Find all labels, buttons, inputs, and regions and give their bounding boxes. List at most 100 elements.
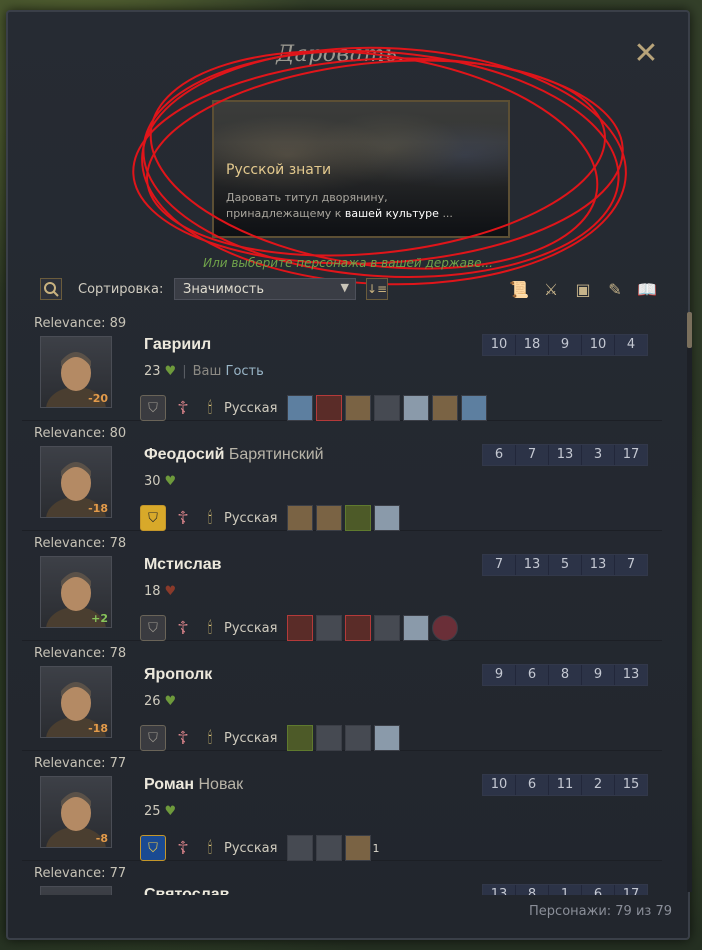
- character-attributes: ⛉ ☦ 🕯 Русская: [140, 504, 403, 532]
- culture-candle-icon[interactable]: 🕯: [200, 835, 220, 861]
- trait-icon[interactable]: [374, 725, 401, 751]
- health-heart-icon: ♥: [164, 804, 177, 819]
- age-value: 26: [144, 694, 161, 709]
- health-heart-icon: ♥: [164, 474, 177, 489]
- skill-value: 17: [615, 445, 647, 465]
- relation-label: Гость: [225, 364, 264, 379]
- culture-candle-icon[interactable]: 🕯: [200, 395, 220, 421]
- skill-values: 7 13 5 13 7: [482, 554, 648, 576]
- coat-of-arms-icon[interactable]: ⛉: [140, 395, 166, 421]
- trait-icon[interactable]: [432, 615, 459, 641]
- close-icon[interactable]: ✕: [632, 39, 660, 69]
- character-portrait[interactable]: +2: [40, 556, 112, 628]
- trait-icon[interactable]: [287, 395, 314, 421]
- character-row[interactable]: Relevance: 77 Святослав 13 8 1 6 17: [22, 860, 662, 895]
- character-portrait[interactable]: -18: [40, 666, 112, 738]
- character-name[interactable]: Святослав: [144, 886, 230, 895]
- coat-of-arms-icon[interactable]: ⛉: [140, 615, 166, 641]
- coat-of-arms-icon[interactable]: ⛉: [140, 505, 166, 531]
- quill-filter-icon[interactable]: ✎: [602, 276, 628, 302]
- trait-icon[interactable]: [345, 395, 372, 421]
- russian-nobility-option[interactable]: Русской знати Даровать титул дворянину, …: [212, 100, 510, 238]
- sort-label: Сортировка:: [78, 282, 164, 297]
- trait-icon[interactable]: [287, 615, 314, 641]
- sort-toolbar: Сортировка: Значимость ▼ ↓≡ 📜 ⚔ ▣ ✎ 📖: [40, 278, 660, 302]
- trait-icon[interactable]: [316, 505, 343, 531]
- age-value: 30: [144, 474, 161, 489]
- choose-character-hint: Или выберите персонажа в вашей державе..…: [203, 256, 493, 270]
- faith-cross-icon[interactable]: ☦: [170, 835, 196, 861]
- skill-value: 10: [483, 775, 516, 795]
- trait-icon[interactable]: [287, 835, 314, 861]
- trait-icon[interactable]: [403, 615, 430, 641]
- culture-name: Русская: [224, 840, 278, 856]
- relevance-score: Relevance: 78: [34, 536, 127, 551]
- faith-cross-icon[interactable]: ☦: [170, 615, 196, 641]
- coat-of-arms-icon[interactable]: ⛉: [140, 835, 166, 861]
- relevance-score: Relevance: 89: [34, 316, 127, 331]
- character-name[interactable]: Ярополк: [144, 666, 212, 684]
- list-scrollbar[interactable]: [687, 312, 692, 892]
- skill-value: 13: [483, 885, 516, 895]
- trait-icon[interactable]: [345, 835, 372, 861]
- character-name[interactable]: Феодосий Барятинский: [144, 446, 324, 464]
- faith-cross-icon[interactable]: ☦: [170, 395, 196, 421]
- character-age: 18 ♥: [144, 584, 176, 599]
- trait-icon[interactable]: [374, 505, 401, 531]
- character-portrait[interactable]: [40, 886, 112, 895]
- age-value: 25: [144, 804, 161, 819]
- character-row[interactable]: Relevance: 78 -18 Ярополк 26 ♥ ⛉ ☦ 🕯 Русская 9 6 8 9…: [22, 640, 662, 751]
- trait-icon[interactable]: [432, 395, 459, 421]
- culture-candle-icon[interactable]: 🕯: [200, 615, 220, 641]
- character-name[interactable]: Роман Новак: [144, 776, 243, 794]
- skill-value: 13: [582, 555, 615, 575]
- trait-icon[interactable]: [316, 835, 343, 861]
- trait-icon[interactable]: [403, 395, 430, 421]
- skill-value: 5: [549, 555, 582, 575]
- character-row[interactable]: Relevance: 80 -18 Феодосий Барятинский 30 ♥ ⛉…: [22, 420, 662, 531]
- trait-icon[interactable]: [287, 725, 314, 751]
- faith-cross-icon[interactable]: ☦: [170, 505, 196, 531]
- skill-value: 10: [483, 335, 516, 355]
- crossed-swords-filter-icon[interactable]: ⚔: [538, 276, 564, 302]
- skill-value: 7: [516, 445, 549, 465]
- coat-of-arms-icon[interactable]: ⛉: [140, 725, 166, 751]
- scrollbar-thumb[interactable]: [687, 312, 692, 348]
- character-name[interactable]: Мстислав: [144, 556, 221, 574]
- character-row[interactable]: Relevance: 78 +2 Мстислав 18 ♥ ⛉ ☦ 🕯 Русская 7 13 5…: [22, 530, 662, 641]
- trait-icon[interactable]: [374, 395, 401, 421]
- character-row[interactable]: Relevance: 77 -8 Роман Новак 25 ♥ ⛉ ☦ 🕯 Русская 1…: [22, 750, 662, 861]
- skill-value: 10: [582, 335, 615, 355]
- character-portrait[interactable]: -20: [40, 336, 112, 408]
- character-row[interactable]: Relevance: 89 -20 Гавриил 23 ♥ | Ваш Гость ⛉ ☦ 🕯 Р…: [22, 310, 662, 421]
- skill-value: 8: [549, 665, 582, 685]
- culture-candle-icon[interactable]: 🕯: [200, 725, 220, 751]
- trait-icon[interactable]: [316, 615, 343, 641]
- search-icon[interactable]: [40, 278, 62, 300]
- trait-icon[interactable]: [287, 505, 314, 531]
- character-portrait[interactable]: -8: [40, 776, 112, 848]
- chest-filter-icon[interactable]: ▣: [570, 276, 596, 302]
- option-description: Даровать титул дворянину, принадлежащему…: [226, 190, 496, 222]
- trait-icon[interactable]: [345, 505, 372, 531]
- trait-icon[interactable]: [345, 615, 372, 641]
- faith-cross-icon[interactable]: ☦: [170, 725, 196, 751]
- culture-name: Русская: [224, 730, 278, 746]
- sort-order-icon[interactable]: ↓≡: [366, 278, 388, 300]
- sort-dropdown[interactable]: Значимость ▼: [174, 278, 356, 300]
- book-filter-icon[interactable]: 📖: [634, 276, 660, 302]
- trait-icon[interactable]: [461, 395, 488, 421]
- trait-icon[interactable]: [316, 725, 343, 751]
- character-age: 26 ♥: [144, 694, 176, 709]
- culture-candle-icon[interactable]: 🕯: [200, 505, 220, 531]
- character-portrait[interactable]: -18: [40, 446, 112, 518]
- trait-icon[interactable]: [316, 395, 343, 421]
- character-age: 23 ♥ | Ваш Гость: [144, 364, 264, 379]
- character-name[interactable]: Гавриил: [144, 336, 211, 354]
- trait-icon[interactable]: [345, 725, 372, 751]
- character-attributes: ⛉ ☦ 🕯 Русская: [140, 724, 403, 752]
- trait-icon[interactable]: [374, 615, 401, 641]
- option-desc-highlight[interactable]: вашей культуре: [345, 207, 439, 220]
- character-count: Персонажи: 79 из 79: [529, 904, 672, 919]
- scroll-filter-icon[interactable]: 📜: [506, 276, 532, 302]
